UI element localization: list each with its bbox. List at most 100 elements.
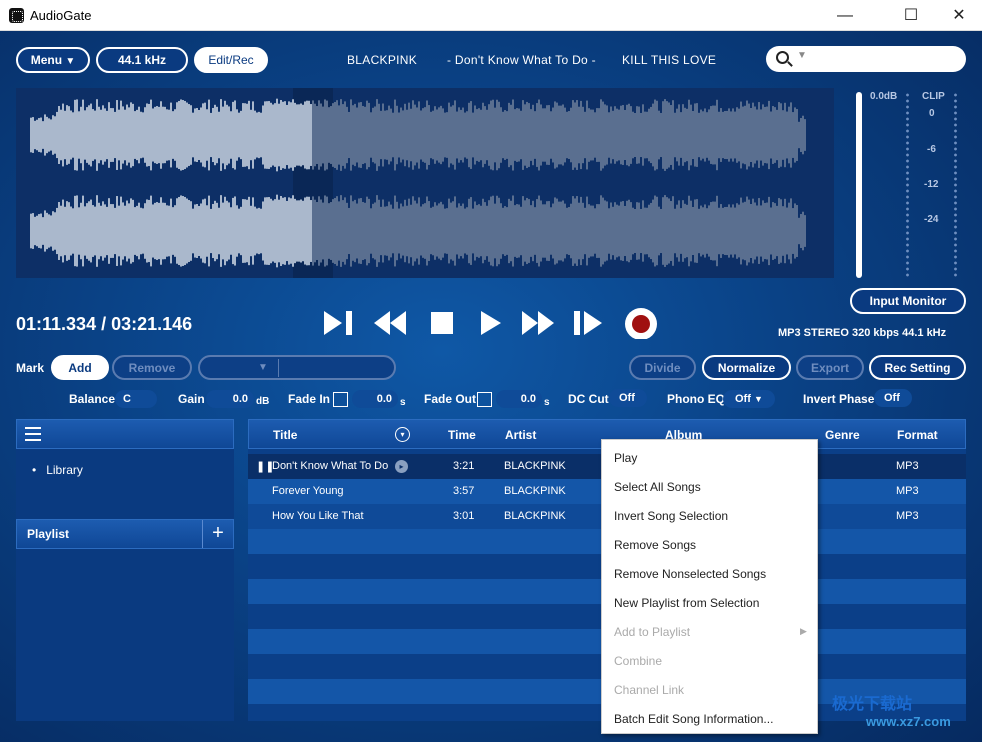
waveform-sample bbox=[778, 198, 780, 264]
waveform-sample bbox=[724, 110, 726, 160]
fade-in-checkbox[interactable] bbox=[333, 392, 348, 407]
waveform-sample bbox=[160, 101, 162, 169]
waveform-sample bbox=[410, 204, 412, 258]
balance-field[interactable]: C bbox=[115, 390, 157, 408]
record-icon[interactable] bbox=[624, 307, 658, 339]
mark-dropdown[interactable]: ▼ bbox=[198, 355, 396, 380]
export-button[interactable]: Export bbox=[796, 355, 864, 380]
waveform-sample bbox=[348, 111, 350, 159]
menu-item-channel-link[interactable]: Channel Link bbox=[614, 683, 684, 697]
dc-cut-toggle[interactable]: Off bbox=[609, 389, 647, 407]
menu-item-select-all[interactable]: Select All Songs bbox=[614, 480, 701, 494]
phono-eq-select[interactable]: Off ▼ bbox=[723, 390, 775, 408]
menu-item-remove-nonselected[interactable]: Remove Nonselected Songs bbox=[614, 567, 766, 581]
waveform-sample bbox=[82, 99, 84, 171]
waveform-sample bbox=[408, 198, 410, 264]
menu-item-new-playlist[interactable]: New Playlist from Selection bbox=[614, 596, 759, 610]
waveform-sample bbox=[308, 196, 310, 266]
minimize-button[interactable]: — bbox=[822, 0, 868, 31]
waveform-sample bbox=[666, 197, 668, 265]
hamburger-menu-icon[interactable] bbox=[25, 427, 41, 441]
fast-forward-icon[interactable] bbox=[520, 307, 556, 339]
waveform-sample bbox=[570, 203, 572, 259]
waveform-sample bbox=[158, 202, 160, 260]
waveform-sample bbox=[672, 100, 674, 170]
menu-item-add-to-playlist[interactable]: Add to Playlist bbox=[614, 625, 690, 639]
mark-add-button[interactable]: Add bbox=[51, 355, 109, 380]
waveform-sample bbox=[804, 215, 806, 247]
search-input[interactable]: ▼ bbox=[766, 46, 966, 72]
menu-item-invert-selection[interactable]: Invert Song Selection bbox=[614, 509, 728, 523]
fade-in-field[interactable]: 0.0 bbox=[352, 390, 398, 408]
column-genre[interactable]: Genre bbox=[825, 428, 860, 442]
fade-out-field[interactable]: 0.0 bbox=[496, 390, 542, 408]
waveform-sample bbox=[594, 112, 596, 158]
waveform-sample bbox=[570, 107, 572, 163]
sample-rate-button[interactable]: 44.1 kHz bbox=[96, 47, 188, 73]
waveform-sample bbox=[268, 101, 270, 169]
column-artist[interactable]: Artist bbox=[505, 428, 536, 442]
waveform-sample bbox=[780, 199, 782, 263]
close-button[interactable]: ✕ bbox=[936, 0, 982, 31]
waveform-sample bbox=[664, 195, 666, 267]
column-title[interactable]: Title bbox=[273, 428, 297, 442]
waveform-sample bbox=[752, 198, 754, 264]
waveform-sample bbox=[102, 201, 104, 261]
waveform-sample bbox=[40, 117, 42, 153]
menu-item-batch-edit[interactable]: Batch Edit Song Information... bbox=[614, 712, 773, 726]
column-time[interactable]: Time bbox=[448, 428, 476, 442]
menu-button[interactable]: Menu ▼ bbox=[16, 47, 90, 73]
input-monitor-button[interactable]: Input Monitor bbox=[850, 288, 966, 314]
skip-end-icon[interactable] bbox=[322, 307, 356, 339]
waveform-sample bbox=[536, 199, 538, 263]
waveform-sample bbox=[522, 196, 524, 266]
waveform-sample bbox=[162, 202, 164, 260]
waveform-sample bbox=[244, 199, 246, 263]
waveform-sample bbox=[590, 109, 592, 161]
waveform-display[interactable] bbox=[16, 88, 834, 278]
waveform-sample bbox=[382, 103, 384, 167]
menu-item-combine[interactable]: Combine bbox=[614, 654, 662, 668]
edit-rec-button[interactable]: Edit/Rec bbox=[194, 47, 268, 73]
waveform-sample bbox=[260, 208, 262, 254]
row-info-icon[interactable]: ▸ bbox=[395, 460, 408, 473]
playlist-header[interactable]: Playlist + bbox=[16, 519, 234, 549]
sidebar-item-library[interactable]: • Library bbox=[32, 463, 83, 477]
waveform-sample bbox=[426, 100, 428, 170]
waveform-sample bbox=[628, 199, 630, 263]
row-time: 3:57 bbox=[453, 485, 475, 497]
waveform-sample bbox=[258, 207, 260, 255]
menu-item-remove-songs[interactable]: Remove Songs bbox=[614, 538, 696, 552]
waveform-sample bbox=[262, 105, 264, 165]
fade-out-checkbox[interactable] bbox=[477, 392, 492, 407]
waveform-sample bbox=[446, 112, 448, 158]
mark-remove-button[interactable]: Remove bbox=[112, 355, 192, 380]
rewind-icon[interactable] bbox=[372, 307, 408, 339]
add-playlist-icon[interactable]: + bbox=[202, 520, 233, 548]
waveform-sample bbox=[276, 98, 278, 172]
stop-icon[interactable] bbox=[429, 307, 455, 339]
waveform-sample bbox=[220, 99, 222, 171]
menu-item-play[interactable]: Play bbox=[614, 451, 637, 465]
gain-field[interactable]: 0.0 bbox=[206, 390, 254, 408]
rec-setting-button[interactable]: Rec Setting bbox=[869, 355, 966, 380]
waveform-sample bbox=[216, 202, 218, 260]
sort-icon[interactable]: ▾ bbox=[395, 427, 410, 442]
maximize-button[interactable]: ☐ bbox=[888, 0, 934, 31]
waveform-sample bbox=[420, 110, 422, 160]
waveform-sample bbox=[86, 203, 88, 259]
waveform-sample bbox=[452, 201, 454, 261]
invert-phase-toggle[interactable]: Off bbox=[874, 389, 912, 407]
normalize-button[interactable]: Normalize bbox=[702, 355, 791, 380]
waveform-sample bbox=[616, 204, 618, 258]
waveform-sample bbox=[624, 205, 626, 257]
column-format[interactable]: Format bbox=[897, 428, 938, 442]
skip-next-icon[interactable] bbox=[572, 307, 606, 339]
waveform-sample bbox=[626, 200, 628, 262]
waveform-sample bbox=[540, 200, 542, 262]
play-icon[interactable] bbox=[478, 307, 504, 339]
divide-button[interactable]: Divide bbox=[629, 355, 696, 380]
waveform-sample bbox=[382, 199, 384, 263]
waveform-sample bbox=[284, 101, 286, 169]
waveform-sample bbox=[402, 206, 404, 256]
